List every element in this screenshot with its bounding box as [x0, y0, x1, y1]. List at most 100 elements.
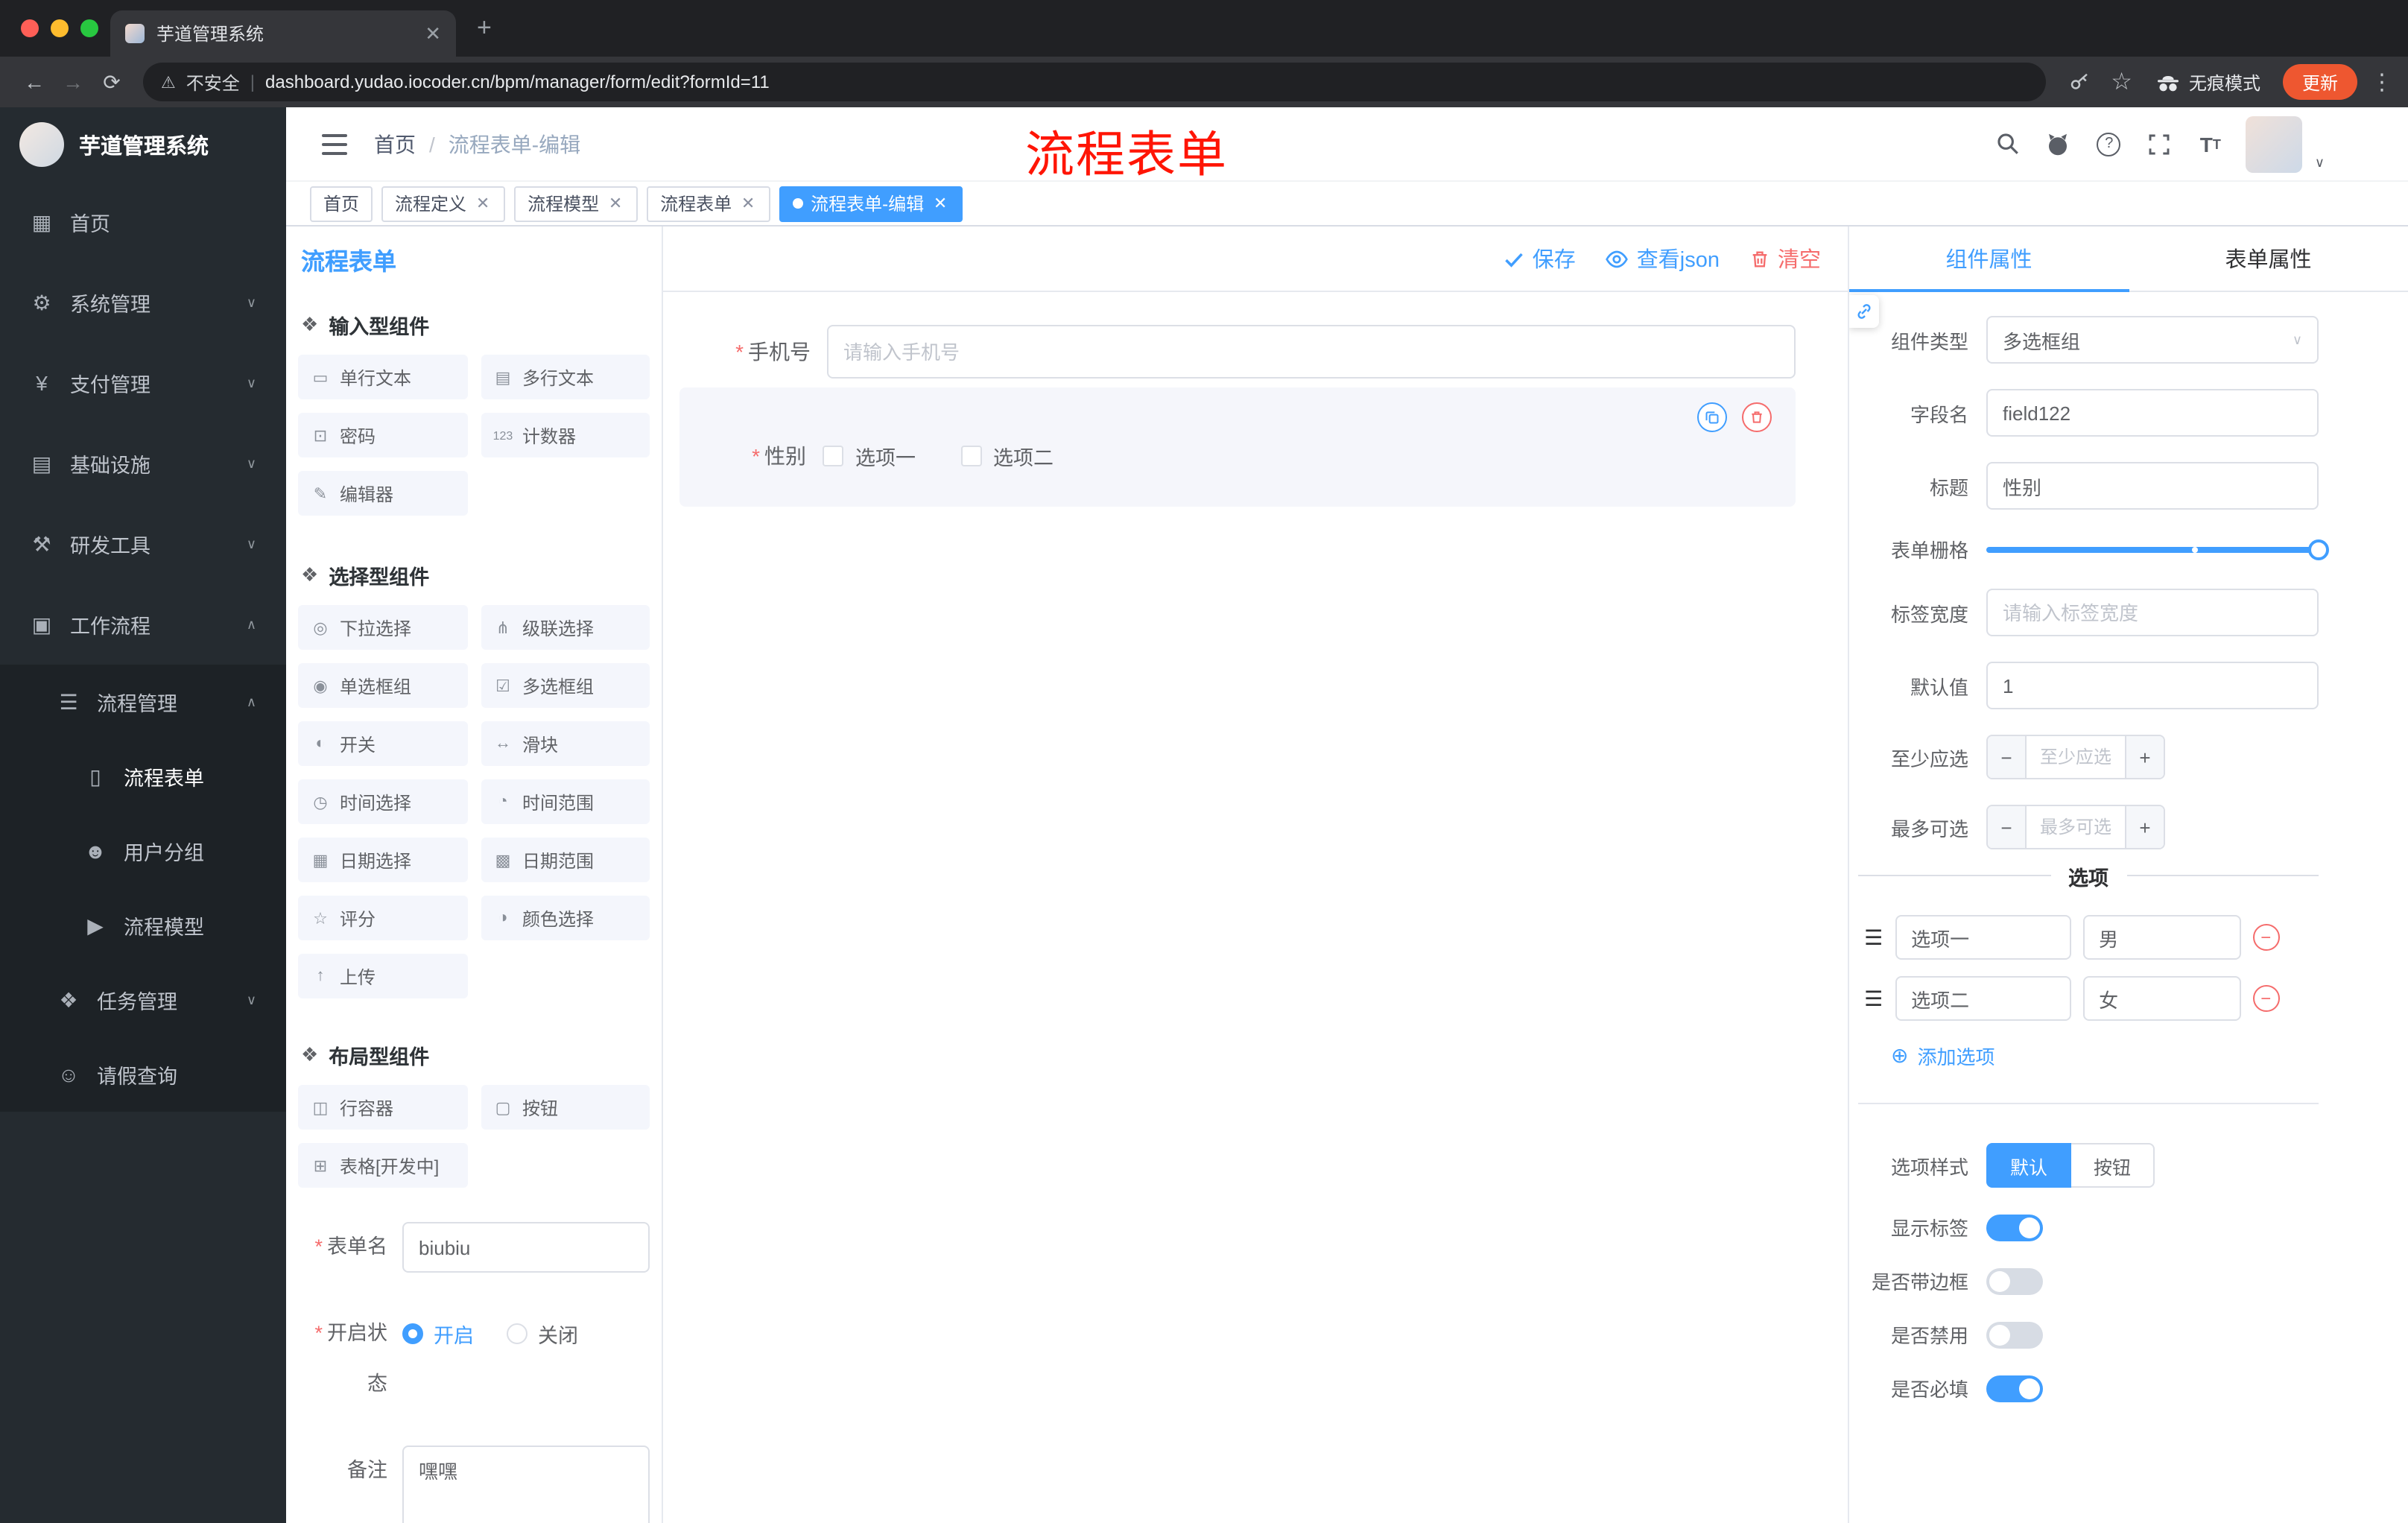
forward-icon[interactable]: →: [54, 70, 92, 94]
close-tab-icon[interactable]: ✕: [606, 194, 624, 213]
delete-component-button[interactable]: [1742, 402, 1772, 432]
url-text[interactable]: dashboard.yudao.iocoder.cn/bpm/manager/f…: [265, 72, 770, 92]
component-type-select[interactable]: 多选框组 ∨: [1986, 316, 2319, 364]
status-off-radio[interactable]: [507, 1323, 527, 1344]
bookmark-star-icon[interactable]: ☆: [2111, 67, 2132, 97]
sidebar-item-system[interactable]: ⚙ 系统管理 ∨: [0, 262, 286, 343]
sidebar-item-home[interactable]: ▦ 首页: [0, 182, 286, 262]
palette-item-time-range[interactable]: ◔ 时间范围: [481, 779, 650, 824]
max-select-input[interactable]: [2027, 806, 2125, 848]
password-key-icon[interactable]: [2068, 71, 2090, 93]
show-label-toggle[interactable]: [1986, 1214, 2043, 1241]
option-value-input[interactable]: [2082, 915, 2241, 960]
gender-option-1[interactable]: 选项一: [823, 441, 916, 471]
sidebar-item-process-management[interactable]: ☰ 流程管理 ∧: [0, 665, 286, 739]
increase-button[interactable]: +: [2125, 736, 2164, 778]
link-affix-button[interactable]: [1849, 295, 1879, 328]
font-size-icon[interactable]: TT: [2196, 129, 2225, 159]
min-select-input[interactable]: [2027, 736, 2125, 778]
drag-handle-icon[interactable]: ☰: [1864, 925, 1883, 950]
tab-component-props[interactable]: 组件属性: [1849, 227, 2129, 292]
breadcrumb-home[interactable]: 首页: [374, 129, 416, 159]
border-toggle[interactable]: [1986, 1267, 2043, 1294]
sidebar-item-workflow[interactable]: ▣ 工作流程 ∧: [0, 584, 286, 665]
clear-button[interactable]: 清空: [1749, 243, 1821, 274]
sidebar-item-user-group[interactable]: ☻ 用户分组: [0, 814, 286, 888]
close-tab-icon[interactable]: ✕: [425, 22, 441, 45]
option-style-default-button[interactable]: 默认: [1986, 1143, 2072, 1188]
browser-tab[interactable]: 芋道管理系统 ✕: [110, 10, 456, 57]
disabled-toggle[interactable]: [1986, 1321, 2043, 1348]
palette-item-date-range[interactable]: ▩ 日期范围: [481, 838, 650, 882]
page-tab-home[interactable]: 首页: [310, 186, 373, 221]
view-json-button[interactable]: 查看json: [1606, 243, 1720, 274]
palette-item-counter[interactable]: 123 计数器: [481, 413, 650, 457]
selected-component-gender[interactable]: 性别 选项一 选项二: [679, 387, 1796, 507]
page-tab-process-definition[interactable]: 流程定义 ✕: [381, 186, 506, 221]
sidebar-item-process-model[interactable]: ▶ 流程模型: [0, 888, 286, 963]
sidebar-item-infrastructure[interactable]: ▤ 基础设施 ∨: [0, 423, 286, 504]
close-tab-icon[interactable]: ✕: [739, 194, 757, 213]
palette-item-checkbox-group[interactable]: ☑ 多选框组: [481, 663, 650, 708]
palette-item-radio-group[interactable]: ◉ 单选框组: [298, 663, 467, 708]
decrease-button[interactable]: −: [1988, 806, 2027, 848]
minimize-window-button[interactable]: [51, 19, 69, 37]
palette-item-editor[interactable]: ✎ 编辑器: [298, 471, 467, 516]
close-tab-icon[interactable]: ✕: [931, 194, 949, 213]
palette-item-rate[interactable]: ☆ 评分: [298, 896, 467, 940]
security-label[interactable]: 不安全: [186, 69, 240, 95]
palette-item-upload[interactable]: ↑ 上传: [298, 954, 467, 998]
default-value-input[interactable]: [1986, 662, 2319, 709]
collapse-menu-icon[interactable]: [322, 133, 347, 154]
status-on-radio[interactable]: [402, 1323, 423, 1344]
palette-item-single-text[interactable]: ▭ 单行文本: [298, 355, 467, 399]
label-width-input[interactable]: [1986, 589, 2319, 636]
palette-item-dropdown[interactable]: ◎ 下拉选择: [298, 605, 467, 650]
increase-button[interactable]: +: [2125, 806, 2164, 848]
palette-item-password[interactable]: ⊡ 密码: [298, 413, 467, 457]
reload-icon[interactable]: ⟳: [92, 69, 131, 95]
decrease-button[interactable]: −: [1988, 736, 2027, 778]
checkbox-icon[interactable]: [823, 446, 843, 466]
status-off-label[interactable]: 关闭: [538, 1319, 578, 1349]
slider-handle[interactable]: [2308, 539, 2329, 560]
status-on-label[interactable]: 开启: [434, 1319, 474, 1349]
option-label-input[interactable]: [1895, 915, 2071, 960]
palette-item-cascader[interactable]: ⋔ 级联选择: [481, 605, 650, 650]
avatar-dropdown-icon[interactable]: ∨: [2315, 155, 2325, 171]
close-window-button[interactable]: [21, 19, 39, 37]
option-value-input[interactable]: [2082, 976, 2241, 1021]
remove-option-button[interactable]: −: [2252, 985, 2280, 1012]
option-style-button-button[interactable]: 按钮: [2071, 1143, 2155, 1188]
sidebar-item-leave-query[interactable]: ☺ 请假查询: [0, 1037, 286, 1112]
form-remark-textarea[interactable]: 嘿嘿: [402, 1446, 650, 1523]
checkbox-icon[interactable]: [960, 446, 981, 466]
phone-input[interactable]: [827, 325, 1796, 379]
palette-item-date-picker[interactable]: ▦ 日期选择: [298, 838, 467, 882]
sidebar-item-payment[interactable]: ¥ 支付管理 ∨: [0, 343, 286, 423]
close-tab-icon[interactable]: ✕: [474, 194, 492, 213]
remove-option-button[interactable]: −: [2252, 924, 2280, 951]
form-name-input[interactable]: [402, 1222, 650, 1273]
copy-component-button[interactable]: [1697, 402, 1727, 432]
save-button[interactable]: 保存: [1504, 243, 1576, 274]
grid-slider[interactable]: [1986, 539, 2329, 560]
sidebar-item-task-management[interactable]: ❖ 任务管理 ∨: [0, 963, 286, 1037]
page-tab-process-form[interactable]: 流程表单 ✕: [647, 186, 771, 221]
sidebar-item-devtools[interactable]: ⚒ 研发工具 ∨: [0, 504, 286, 584]
field-name-input[interactable]: [1986, 389, 2319, 437]
required-toggle[interactable]: [1986, 1375, 2043, 1402]
gender-option-2[interactable]: 选项二: [960, 441, 1054, 471]
page-tab-process-form-edit[interactable]: 流程表单-编辑 ✕: [779, 186, 963, 221]
help-icon[interactable]: ?: [2094, 129, 2124, 159]
title-input[interactable]: [1986, 462, 2319, 510]
sidebar-item-process-form[interactable]: ▯ 流程表单: [0, 739, 286, 814]
fullscreen-icon[interactable]: [2145, 129, 2175, 159]
palette-item-slider[interactable]: ↔ 滑块: [481, 721, 650, 766]
palette-item-switch[interactable]: ◐ 开关: [298, 721, 467, 766]
palette-item-multi-text[interactable]: ▤ 多行文本: [481, 355, 650, 399]
not-secure-icon[interactable]: ⚠: [161, 72, 176, 92]
chrome-update-button[interactable]: 更新: [2282, 64, 2357, 100]
palette-item-color-picker[interactable]: ◑ 颜色选择: [481, 896, 650, 940]
palette-item-table[interactable]: ⊞ 表格[开发中]: [298, 1143, 467, 1188]
